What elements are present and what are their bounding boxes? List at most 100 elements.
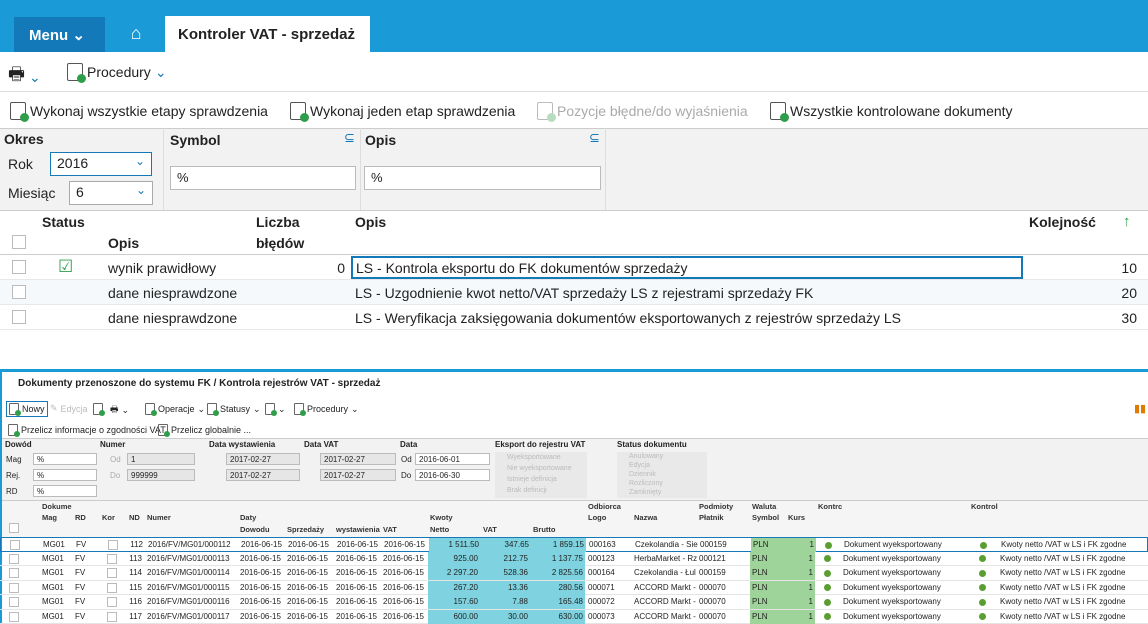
option[interactable]: Wyeksportowane [507,452,587,463]
row-checkbox[interactable] [9,568,19,578]
vat-do-input[interactable]: 2017-02-27 [320,469,396,481]
row-checkbox[interactable] [10,540,20,550]
eksport-list[interactable]: Wyeksportowane Nie wyeksportowane Istnieje… [495,452,587,498]
kor-checkbox[interactable] [108,540,118,550]
option[interactable]: Edycja [629,461,707,470]
col-nazwa[interactable]: Nazwa [634,513,657,522]
col-kurs[interactable]: Kurs [788,513,805,522]
przelicz-global-button[interactable]: Przelicz globalnie ... [158,424,251,437]
col-dowodu[interactable]: Dowodu [240,525,270,534]
col-odbiorca[interactable]: Odbiorca [588,502,621,511]
col-status-opis[interactable]: Opis [108,235,139,251]
col-status[interactable]: Status [42,214,85,230]
table-row[interactable]: MG01 FV 114 2016/FV/MG01/000114 2016-06-15 20… [0,566,1148,581]
info-button[interactable]: ⌄ [265,403,286,416]
option[interactable]: Zamknięty [629,488,707,497]
table-row[interactable]: MG01 FV 116 2016/FV/MG01/000116 2016-06-15 20… [0,595,1148,610]
filter-mode-icon[interactable]: ⊆ [589,130,600,146]
numer-od-input[interactable]: 1 [127,453,195,465]
col-netto[interactable]: Netto [430,525,449,534]
option[interactable]: Anulowany [629,452,707,461]
col-numer[interactable]: Numer [147,513,171,522]
col-opis[interactable]: Opis [355,214,386,230]
nowy-button[interactable]: Nowy [6,401,48,417]
filter-mode-icon[interactable]: ⊆ [344,130,355,146]
tab-kontroler-vat[interactable]: Kontroler VAT - sprzedaż [165,16,370,52]
table-row[interactable]: MG01 FV 112 2016/FV/MG01/000112 2016-06-15 20… [0,537,1148,552]
col-podmioty[interactable]: Podmioty [699,502,733,511]
print-button[interactable]: 🖶 ⌄ [8,62,41,92]
row-checkbox[interactable] [9,611,19,622]
table-row[interactable]: dane niesprawdzone LS - Uzgodnienie kwot … [0,280,1148,305]
select-all-checkbox[interactable] [12,235,26,249]
col-rd[interactable]: RD [75,513,86,522]
miesiac-select[interactable]: 6 ⌄ [69,181,153,205]
row-checkbox[interactable] [12,285,26,299]
col-mag[interactable]: Mag [42,513,57,522]
row-checkbox[interactable] [9,582,19,593]
table-row[interactable]: dane niesprawdzone LS - Weryfikacja zaksi… [0,305,1148,330]
col-dokume[interactable]: Dokume [42,502,72,511]
col-daty[interactable]: Daty [240,513,256,522]
run-all-steps-button[interactable]: Wykonaj wszystkie etapy sprawdzenia [10,102,268,122]
col-vat[interactable]: VAT [383,525,397,534]
opis-input[interactable]: % [364,166,601,190]
menu-button[interactable]: Menu ⌄ [14,17,105,52]
przelicz-vat-button[interactable]: Przelicz informacje o zgodności VAT [8,424,166,437]
row-checkbox[interactable] [12,310,26,324]
run-one-step-button[interactable]: Wykonaj jeden etap sprawdzenia [290,102,515,122]
kor-checkbox[interactable] [107,553,117,564]
option[interactable]: Brak definicji [507,485,587,496]
print-button[interactable]: 🖶 ⌄ [110,402,129,418]
edycja-button[interactable]: ✎ Edycja [50,403,88,414]
row-checkbox[interactable] [12,260,26,274]
col-kontr2[interactable]: Kontrol [971,502,998,511]
col-wystawienia[interactable]: wystawienia [336,525,380,534]
chart-icon[interactable]: ▮▮ [1134,402,1146,415]
statusy-button[interactable]: Statusy ⌄ [207,403,261,416]
kor-checkbox[interactable] [107,611,117,622]
col-symbol[interactable]: Symbol [752,513,779,522]
table-row[interactable]: MG01 FV 113 2016/FV/MG01/000113 2016-06-15 20… [0,551,1148,566]
vat-od-input[interactable]: 2017-02-27 [320,453,396,465]
col-platnik[interactable]: Płatnik [699,513,724,522]
error-positions-button[interactable]: Pozycje błędne/do wyjaśnienia [537,102,748,122]
mag-select[interactable]: % [33,453,97,465]
table-row[interactable]: MG01 FV 117 2016/FV/MG01/000117 2016-06-15 20… [0,609,1148,624]
all-documents-button[interactable]: Wszystkie kontrolowane dokumenty [770,102,1013,122]
col-kolejnosc[interactable]: Kolejność [1029,214,1096,230]
col-kor[interactable]: Kor [102,513,115,522]
rd-select[interactable]: % [33,485,97,497]
kor-checkbox[interactable] [107,568,117,578]
col-brutto[interactable]: Brutto [533,525,556,534]
col-sprzedazy[interactable]: Sprzedaży [287,525,324,534]
option[interactable]: Istnieje definicja [507,474,587,485]
numer-do-input[interactable]: 999999 [127,469,195,481]
option[interactable]: Nie wyeksportowane [507,463,587,474]
data-od-input[interactable]: 2016-06-01 [415,453,490,465]
symbol-input[interactable]: % [170,166,356,190]
col-liczba[interactable]: Liczba [256,214,300,230]
col-nd[interactable]: ND [129,513,140,522]
col-kwoty[interactable]: Kwoty [430,513,453,522]
row-checkbox[interactable] [9,553,19,564]
kor-checkbox[interactable] [107,597,117,607]
kor-checkbox[interactable] [107,582,117,593]
col-logo[interactable]: Logo [588,513,606,522]
status-list[interactable]: Anulowany Edycja Dziennik Rozliczony Zamknię… [617,452,707,498]
home-button[interactable]: ⌂ [118,17,154,52]
operacje-button[interactable]: Operacje ⌄ [145,403,205,416]
select-all-checkbox[interactable] [9,523,19,533]
sort-asc-icon[interactable]: ↑ [1123,213,1131,230]
wyst-do-input[interactable]: 2017-02-27 [226,469,300,481]
row-checkbox[interactable] [9,597,19,607]
option[interactable]: Dziennik [629,470,707,479]
col-waluta[interactable]: Waluta [752,502,776,511]
rok-select[interactable]: 2016 ⌄ [50,152,152,176]
col-kontr1[interactable]: Kontrc [818,502,842,511]
preview-button[interactable] [93,403,105,416]
procedury-button[interactable]: Procedury ⌄ [294,403,359,416]
table-row[interactable]: MG01 FV 115 2016/FV/MG01/000115 2016-06-15 20… [0,580,1148,595]
procedury-button[interactable]: Procedury ⌄ [67,63,167,83]
data-do-input[interactable]: 2016-06-30 [415,469,490,481]
